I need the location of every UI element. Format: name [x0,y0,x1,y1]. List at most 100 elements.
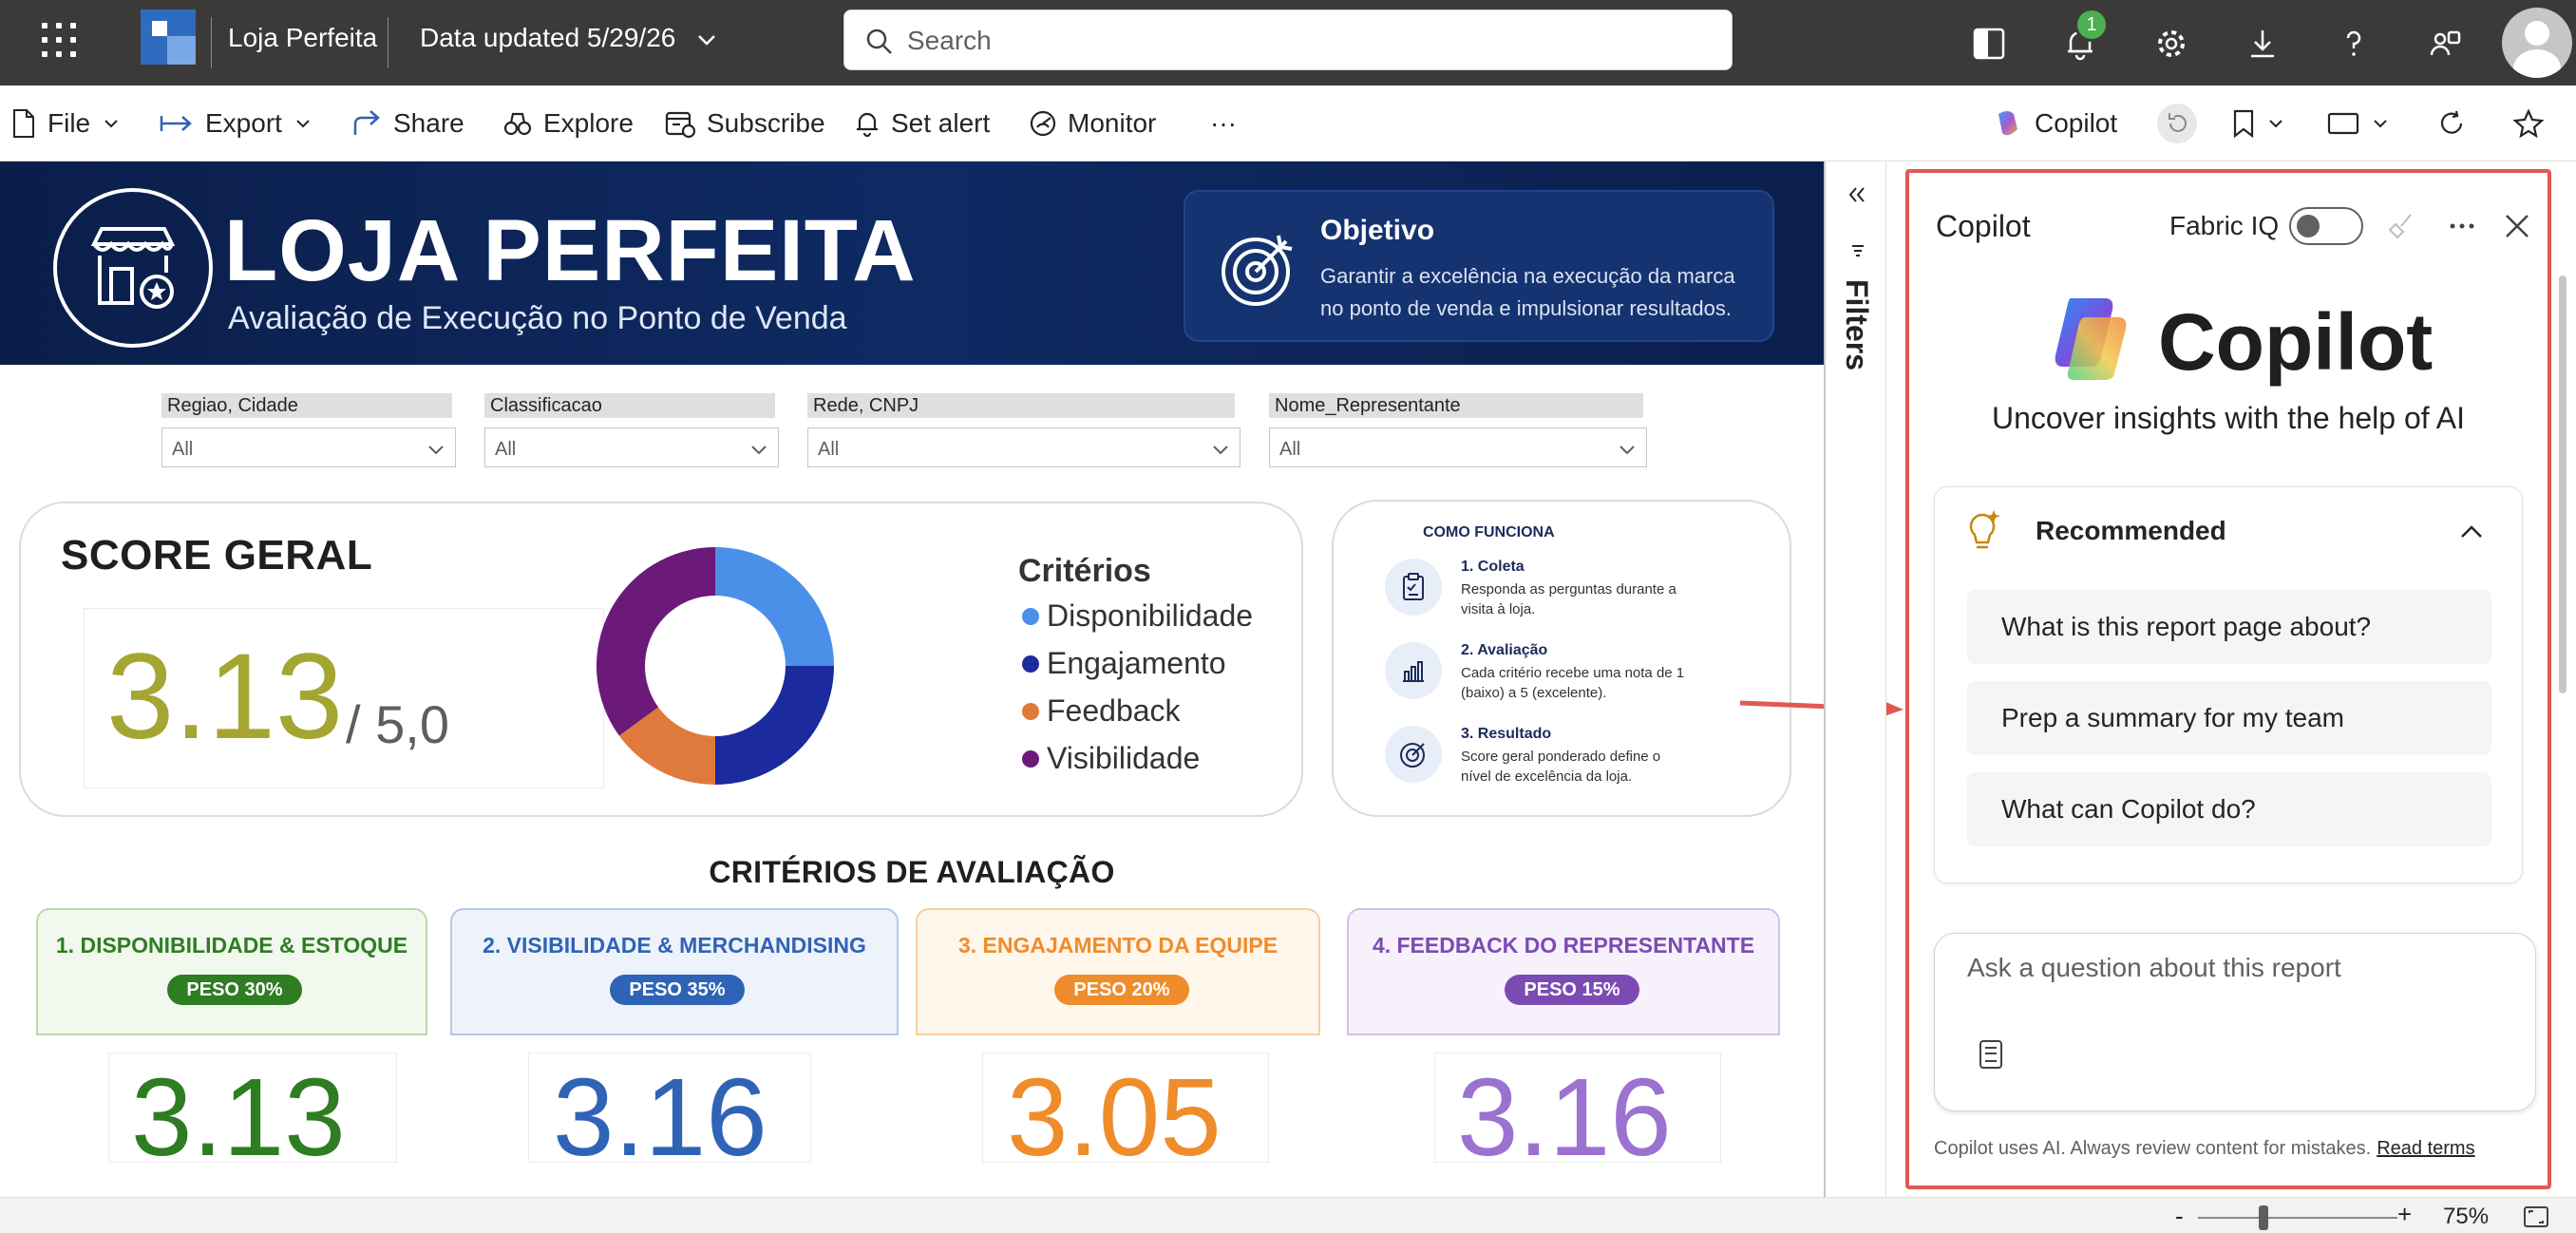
criteria-title: CRITÉRIOS DE AVALIAÇÃO [709,855,1115,889]
download-icon[interactable] [2236,17,2289,70]
chevron-up-icon[interactable] [2457,518,2486,546]
filters-label[interactable]: Filters [1839,279,1874,370]
view-button[interactable] [2327,85,2390,161]
how-it-works-title: COMO FUNCIONA [1423,524,1555,541]
criteria-value-visibilidade[interactable]: 3.16 [553,1062,767,1172]
export-menu-button[interactable]: Export [160,85,313,161]
slicer-value: All [172,439,194,460]
reading-view-icon[interactable] [1962,17,2016,70]
legend-label: Visibilidade [1047,741,1201,775]
set-alert-label: Set alert [891,108,991,138]
monitor-button[interactable]: Monitor [1030,85,1156,161]
fabric-iq-toggle[interactable] [2289,207,2363,245]
criteria-card-title: 4. FEEDBACK DO REPRESENTANTE [1372,933,1755,958]
app-launcher-icon[interactable] [42,23,76,57]
help-icon[interactable] [2327,17,2380,70]
broom-icon[interactable] [2382,207,2420,245]
search-icon [866,28,892,54]
report-name[interactable]: Loja Perfeita [228,23,377,53]
data-updated-button[interactable]: Data updated 5/29/26 [420,23,675,53]
suggestion-button[interactable]: Prep a summary for my team [1967,681,2491,755]
legend-item[interactable]: Disponibilidade [1022,598,1253,634]
read-terms-link[interactable]: Read terms [2377,1138,2474,1159]
chevron-down-icon[interactable] [695,23,718,62]
powerbi-logo-icon[interactable] [141,9,196,65]
legend-dot [1022,702,1039,720]
avatar[interactable] [2502,8,2572,78]
donut-slice-disponibilidade[interactable] [715,547,834,666]
slicer-label: Nome_Representante [1269,393,1643,418]
more-options-button[interactable]: ··· [1210,85,1237,161]
objective-text: Garantir a excelência na execução da mar… [1320,264,1735,320]
zoom-out-button[interactable]: - [2175,1202,2184,1231]
criteria-card-visibilidade[interactable]: 2. VISIBILIDADE & MERCHANDISING PESO 35% [450,908,899,1035]
set-alert-button[interactable]: Set alert [855,85,990,161]
legend-label: Engajamento [1047,646,1226,680]
recommended-heading: Recommended [2036,516,2226,545]
suggestion-button[interactable]: What is this report page about? [1967,590,2491,664]
zoom-slider-track[interactable] [2198,1217,2397,1219]
legend-item[interactable]: Engajamento [1022,646,1226,681]
copilot-button[interactable]: Copilot [1993,85,2117,161]
favorite-button[interactable] [2513,85,2544,161]
header-divider [211,17,212,68]
copilot-prompt-input[interactable] [1967,953,2499,1010]
donut-slice-visibilidade[interactable] [597,547,715,736]
collapse-icon[interactable] [1847,184,1867,205]
slicer-value: All [495,439,517,460]
search-box[interactable] [843,9,1733,70]
notification-badge[interactable]: 1 [2074,8,2109,42]
filter-icon [1852,245,1864,256]
subscribe-button[interactable]: Subscribe [665,85,825,161]
more-icon[interactable] [2443,207,2481,245]
legend-item[interactable]: Visibilidade [1022,741,1200,776]
slicer-dropdown[interactable]: All [1269,427,1647,467]
share-people-icon[interactable] [2418,17,2472,70]
filters-pane-collapsed[interactable]: Filters [1824,161,1886,1197]
criteria-donut-chart[interactable] [595,545,836,787]
export-icon [160,116,192,131]
bookmark-button[interactable] [2232,85,2285,161]
undo-button[interactable] [2156,85,2198,161]
weight-badge: PESO 15% [1505,975,1639,1005]
criteria-card-feedback[interactable]: 4. FEEDBACK DO REPRESENTANTE PESO 15% [1347,908,1780,1035]
share-button[interactable]: Share [351,85,464,161]
slicer-value: All [818,439,840,460]
score-max: / 5,0 [346,694,449,754]
close-icon[interactable] [2498,207,2536,245]
slicer-dropdown[interactable]: All [484,427,779,467]
criteria-card-title: 2. VISIBILIDADE & MERCHANDISING [483,933,866,958]
copilot-scrollbar[interactable] [2559,275,2567,693]
target-icon [1222,235,1293,306]
zoom-slider-thumb[interactable] [2259,1205,2268,1230]
refresh-button[interactable] [2437,85,2466,161]
chevron-down-icon [1213,446,1228,455]
copilot-input-box[interactable] [1934,933,2536,1111]
file-menu-button[interactable]: File [11,85,121,161]
slicer-dropdown[interactable]: All [807,427,1241,467]
copilot-icon [1998,111,2017,136]
gear-icon[interactable] [2145,17,2198,70]
explore-button[interactable]: Explore [503,85,634,161]
suggestion-button[interactable]: What can Copilot do? [1967,772,2491,846]
criteria-value-engajamento[interactable]: 3.05 [1007,1062,1222,1172]
chevron-down-icon [2269,120,2282,128]
criteria-value-disponibilidade[interactable]: 3.13 [131,1062,346,1172]
view-icon [2327,112,2359,135]
prompt-guide-icon[interactable] [1977,1038,2005,1071]
criteria-card-engajamento[interactable]: 3. ENGAJAMENTO DA EQUIPE PESO 20% [916,908,1320,1035]
score-value[interactable]: 3.13 [106,636,343,758]
criteria-value-feedback[interactable]: 3.16 [1457,1062,1672,1172]
donut-slice-engajamento[interactable] [715,666,834,785]
search-input[interactable] [907,22,1705,60]
zoom-level[interactable]: 75% [2443,1204,2489,1230]
slicer-value: All [1279,439,1301,460]
chevron-down-icon [296,120,310,128]
file-icon [13,109,34,138]
zoom-in-button[interactable]: + [2397,1200,2412,1229]
legend-item[interactable]: Feedback [1022,693,1181,729]
fit-page-icon[interactable] [2523,1205,2549,1228]
slicer-dropdown[interactable]: All [161,427,456,467]
export-label: Export [205,108,282,138]
criteria-card-disponibilidade[interactable]: 1. DISPONIBILIDADE & ESTOQUE PESO 30% [36,908,427,1035]
